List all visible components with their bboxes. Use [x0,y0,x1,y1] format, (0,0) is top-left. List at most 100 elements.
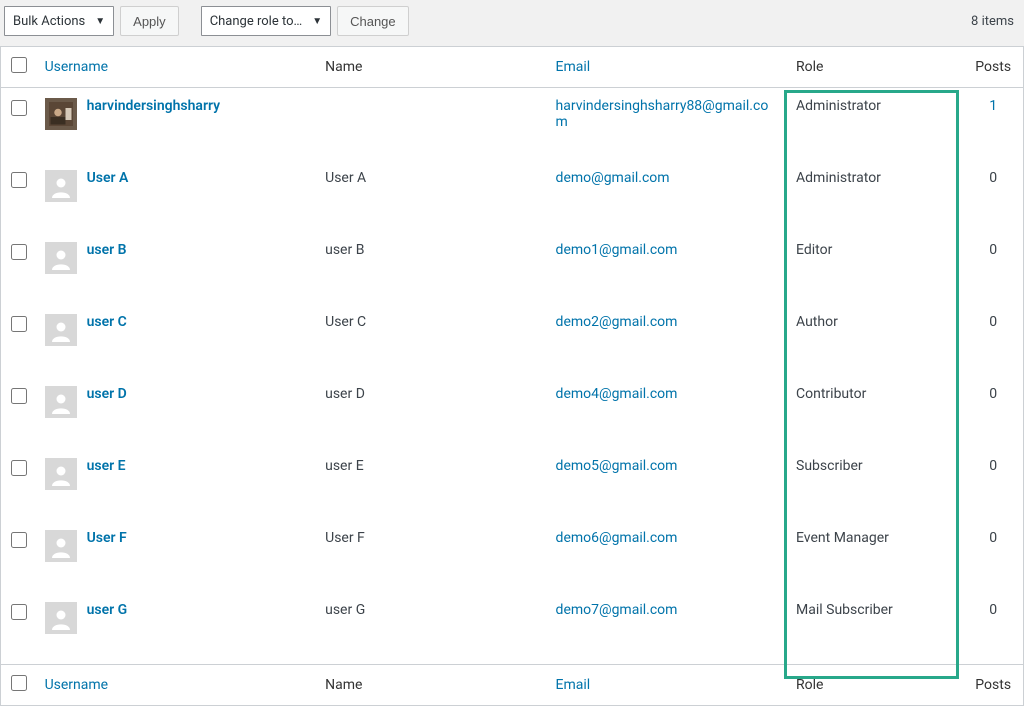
row-checkbox[interactable] [11,316,27,332]
column-header-posts[interactable]: Posts [963,47,1023,88]
row-checkbox[interactable] [11,604,27,620]
posts-cell: 0 [963,520,1023,592]
row-checkbox[interactable] [11,100,27,116]
column-footer-role[interactable]: Role [788,665,963,706]
username-link[interactable]: user E [87,458,126,474]
role-cell: Event Manager [788,520,963,592]
users-table: Username Name Email Role Posts harvinder… [0,46,1024,706]
username-link[interactable]: user G [87,602,128,618]
email-cell: demo7@gmail.com [548,592,788,665]
table-row: user E user E demo5@gmail.com Subscriber0 [1,448,1024,520]
email-link[interactable]: demo7@gmail.com [556,602,678,618]
username-cell: user B [37,232,318,304]
row-checkbox-cell [1,304,37,376]
role-cell: Administrator [788,160,963,232]
posts-cell: 0 [963,376,1023,448]
name-cell [317,88,547,161]
select-all-header [1,47,37,88]
posts-cell: 0 [963,160,1023,232]
row-checkbox-cell [1,232,37,304]
username-link[interactable]: user C [87,314,127,330]
avatar [45,530,77,562]
name-cell: user E [317,448,547,520]
username-cell: user C [37,304,318,376]
users-table-wrap: Username Name Email Role Posts harvinder… [0,46,1024,706]
username-link[interactable]: User F [87,530,127,546]
row-checkbox-cell [1,520,37,592]
chevron-down-icon: ▼ [312,16,322,27]
name-cell: User F [317,520,547,592]
column-header-username[interactable]: Username [37,47,318,88]
username-link[interactable]: user D [87,386,127,402]
role-cell: Mail Subscriber [788,592,963,665]
avatar [45,98,77,130]
email-link[interactable]: harvindersinghsharry88@gmail.com [556,98,769,130]
avatar [45,458,77,490]
username-link[interactable]: user B [87,242,127,258]
username-link[interactable]: User A [87,170,129,186]
column-header-email[interactable]: Email [548,47,788,88]
chevron-down-icon: ▼ [95,16,105,27]
row-checkbox[interactable] [11,244,27,260]
email-cell: demo4@gmail.com [548,376,788,448]
row-checkbox[interactable] [11,388,27,404]
select-all-checkbox-footer[interactable] [11,675,27,691]
username-cell: user E [37,448,318,520]
select-all-checkbox[interactable] [11,57,27,73]
email-link[interactable]: demo2@gmail.com [556,314,678,330]
avatar [45,242,77,274]
username-cell: User F [37,520,318,592]
email-cell: demo2@gmail.com [548,304,788,376]
row-checkbox-cell [1,88,37,161]
table-row: user C User C demo2@gmail.com Author0 [1,304,1024,376]
bulk-actions-select[interactable]: Bulk Actions ▼ [4,6,114,36]
name-cell: User A [317,160,547,232]
name-cell: User C [317,304,547,376]
email-cell: demo@gmail.com [548,160,788,232]
posts-cell: 0 [963,304,1023,376]
table-row: user D user D demo4@gmail.com Contributor0 [1,376,1024,448]
email-link[interactable]: demo5@gmail.com [556,458,678,474]
email-cell: demo6@gmail.com [548,520,788,592]
change-button[interactable]: Change [337,6,409,36]
username-cell: User A [37,160,318,232]
table-header-row: Username Name Email Role Posts [1,47,1024,88]
posts-link[interactable]: 1 [989,98,997,114]
row-checkbox[interactable] [11,172,27,188]
table-row: User A User A demo@gmail.com Administrator0 [1,160,1024,232]
column-footer-email[interactable]: Email [548,665,788,706]
posts-cell: 0 [963,232,1023,304]
name-cell: user B [317,232,547,304]
row-checkbox-cell [1,160,37,232]
avatar [45,170,77,202]
apply-button[interactable]: Apply [120,6,179,36]
avatar [45,314,77,346]
role-cell: Author [788,304,963,376]
name-cell: user D [317,376,547,448]
posts-cell: 1 [963,88,1023,161]
change-role-select[interactable]: Change role to… ▼ [201,6,331,36]
column-footer-name[interactable]: Name [317,665,547,706]
column-footer-username[interactable]: Username [37,665,318,706]
table-row: user Guser Gdemo7@gmail.comMail Subscrib… [1,592,1024,665]
avatar [45,602,77,634]
row-checkbox[interactable] [11,532,27,548]
column-header-role[interactable]: Role [788,47,963,88]
email-link[interactable]: demo6@gmail.com [556,530,678,546]
email-link[interactable]: demo4@gmail.com [556,386,678,402]
column-footer-posts[interactable]: Posts [963,665,1023,706]
posts-cell: 0 [963,448,1023,520]
role-cell: Subscriber [788,448,963,520]
email-link[interactable]: demo@gmail.com [556,170,670,186]
email-link[interactable]: demo1@gmail.com [556,242,678,258]
column-header-name[interactable]: Name [317,47,547,88]
row-checkbox[interactable] [11,460,27,476]
username-cell: user D [37,376,318,448]
avatar [45,386,77,418]
username-link[interactable]: harvindersinghsharry [87,98,221,114]
username-cell: harvindersinghsharry [37,88,318,161]
role-cell: Contributor [788,376,963,448]
posts-cell: 0 [963,592,1023,665]
bulk-actions-label: Bulk Actions [13,14,85,29]
table-footer-row: Username Name Email Role Posts [1,665,1024,706]
